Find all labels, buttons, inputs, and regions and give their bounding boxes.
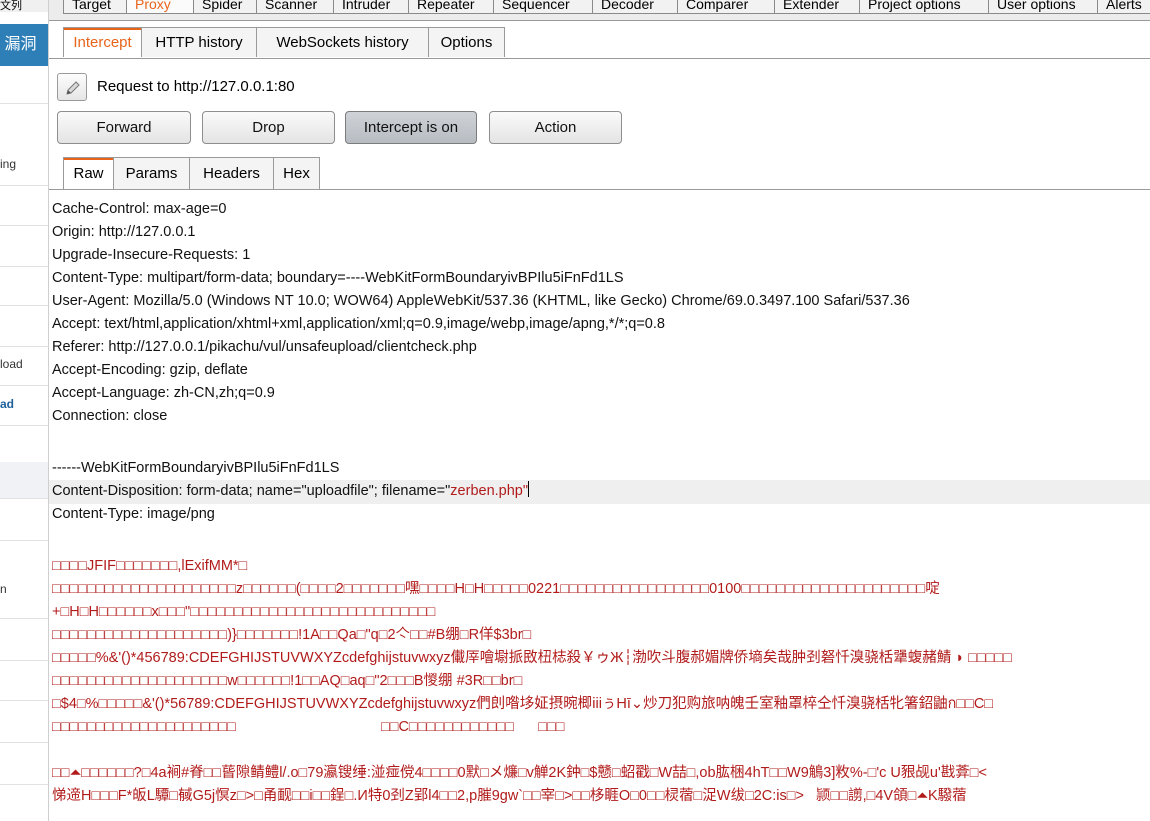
header-line: Upgrade-Insecure-Requests: 1: [52, 247, 251, 263]
burp-suite-window: Target Proxy Spider Scanner Intruder Rep…: [49, 0, 1150, 821]
drop-button[interactable]: Drop: [202, 111, 335, 144]
part-content-type-line: Content-Type: image/png: [52, 506, 215, 522]
header-line: Accept-Encoding: gzip, deflate: [52, 362, 248, 378]
header-line: Accept-Language: zh-CN,zh;q=0.9: [52, 385, 275, 401]
tab-params[interactable]: Params: [113, 157, 190, 189]
header-line: Referer: http://127.0.0.1/pikachu/vul/un…: [52, 339, 477, 355]
header-line: Origin: http://127.0.0.1: [52, 224, 196, 240]
binary-line: □□□□□□□□□□□□□□□□□□□□□ □□C□□□□□□□□□□□□ □□…: [52, 719, 565, 735]
left-panel-header-label: 漏洞: [4, 36, 37, 53]
tab-repeater[interactable]: Repeater: [408, 0, 494, 14]
left-panel-item[interactable]: ing: [0, 157, 16, 171]
disposition-prefix: Content-Disposition: form-data; name="up…: [52, 483, 451, 499]
left-app-panel: 文列 漏洞 ing load ad n: [0, 0, 49, 821]
tab-project-options[interactable]: Project options: [859, 0, 989, 14]
left-panel-item-selected[interactable]: ad: [0, 397, 14, 411]
tab-raw[interactable]: Raw: [63, 157, 114, 189]
binary-line: □□□□□□□□□□□□□□□□□□□□w□□□□□□!1□□AQ□aq□"2□…: [52, 673, 523, 689]
multipart-boundary-line: ------WebKitFormBoundaryivBPIlu5iFnFd1LS: [52, 460, 340, 476]
left-panel-item[interactable]: load: [0, 357, 23, 371]
header-line: Cache-Control: max-age=0: [52, 201, 227, 217]
binary-line: □□□□□%&'()*456789:CDEFGHIJSTUVWXYZcdefgh…: [52, 650, 1012, 666]
forward-button[interactable]: Forward: [57, 111, 191, 144]
binary-line: □□□□□□□□□□□□□□□□□□□□□z□□□□□□(□□□□2□□□□□□…: [52, 581, 940, 597]
raw-request-editor[interactable]: Cache-Control: max-age=0 Origin: http://…: [49, 198, 1150, 821]
tab-alerts[interactable]: Alerts: [1097, 0, 1150, 14]
content-disposition-line: Content-Disposition: form-data; name="up…: [52, 480, 530, 503]
edit-pencil-button[interactable]: [57, 73, 87, 101]
tab-sequencer[interactable]: Sequencer: [493, 0, 593, 14]
header-line: User-Agent: Mozilla/5.0 (Windows NT 10.0…: [52, 293, 910, 309]
message-view-tab-bar: Raw Params Headers Hex: [49, 153, 1150, 190]
header-line: Connection: close: [52, 408, 168, 424]
tab-decoder[interactable]: Decoder: [592, 0, 678, 14]
text-caret: [528, 481, 530, 497]
left-panel-top-fragment: 文列: [0, 0, 48, 12]
binary-line: □□□□JFIF□□□□□□□,lExifMM*□: [52, 558, 248, 574]
intercept-toggle-button[interactable]: Intercept is on: [345, 111, 477, 144]
tab-intercept[interactable]: Intercept: [63, 27, 142, 57]
proxy-sub-tab-bar: Intercept HTTP history WebSockets histor…: [49, 24, 1150, 59]
main-tab-bar: Target Proxy Spider Scanner Intruder Rep…: [49, 0, 1150, 21]
action-button[interactable]: Action: [489, 111, 622, 144]
tab-user-options[interactable]: User options: [988, 0, 1098, 14]
tab-intruder[interactable]: Intruder: [333, 0, 409, 14]
binary-line: □$4□%□□□□□&'()*56789:CDEFGHIJSTUVWXYZcde…: [52, 696, 994, 712]
tab-spider[interactable]: Spider: [193, 0, 257, 14]
tab-headers[interactable]: Headers: [189, 157, 274, 189]
binary-line: □□⏶□□□□□□?□4a裥#脊□□蒈隙鲭鳢l/.o□79瀛锼缍:湴痖傥4□□□…: [52, 765, 987, 781]
left-panel-item[interactable]: n: [0, 582, 7, 596]
pencil-icon: [66, 81, 80, 95]
tab-scanner[interactable]: Scanner: [256, 0, 334, 14]
tab-hex[interactable]: Hex: [273, 157, 320, 189]
binary-line: +□H□H□□□□□□x□□□"□□□□□□□□□□□□□□□□□□□□□□□□…: [52, 604, 436, 620]
tab-http-history[interactable]: HTTP history: [141, 27, 257, 57]
tab-options[interactable]: Options: [428, 27, 505, 57]
tab-proxy[interactable]: Proxy: [126, 0, 194, 14]
tab-target[interactable]: Target: [63, 0, 127, 14]
left-panel-header: 漏洞: [0, 24, 48, 66]
tab-extender[interactable]: Extender: [774, 0, 860, 14]
tab-comparer[interactable]: Comparer: [677, 0, 775, 14]
tab-websockets-history[interactable]: WebSockets history: [256, 27, 429, 57]
header-line: Content-Type: multipart/form-data; bound…: [52, 270, 624, 286]
binary-line: 悌遆H□□□F*皈L驔□戫G5j慏z□>□甬䩄□□i□□鋥□.И特0刭Z郢l4□…: [52, 788, 967, 804]
request-to-label: Request to http://127.0.0.1:80: [97, 78, 295, 95]
binary-line: □□□□□□□□□□□□□□□□□□□□)}□□□□□□□!1A□□Qa□"q□…: [52, 627, 532, 643]
header-line: Accept: text/html,application/xhtml+xml,…: [52, 316, 665, 332]
upload-filename: zerben.php: [450, 483, 523, 499]
